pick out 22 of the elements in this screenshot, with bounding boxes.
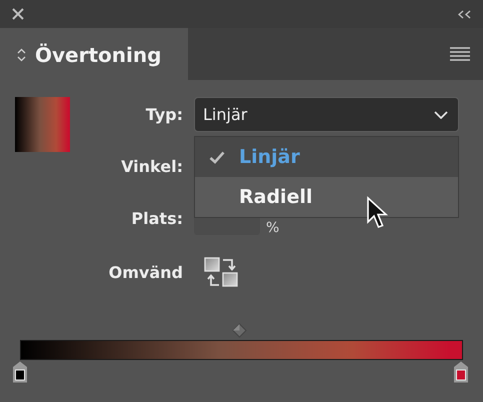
- percent-unit: %: [266, 220, 280, 236]
- location-label: Plats:: [130, 209, 183, 228]
- reverse-label: Omvänd: [108, 263, 183, 282]
- type-dropdown[interactable]: Linjär: [194, 97, 459, 132]
- gradient-swatch[interactable]: [15, 97, 70, 152]
- collapse-icon[interactable]: [458, 10, 471, 18]
- color-stop[interactable]: [12, 361, 28, 383]
- menu-item[interactable]: Radiell: [195, 177, 458, 217]
- checkmark-icon: [209, 150, 225, 164]
- color-stop[interactable]: [453, 361, 469, 383]
- updown-icon: [17, 48, 26, 62]
- angle-label: Vinkel:: [120, 157, 183, 176]
- tab-label: Övertoning: [35, 43, 162, 67]
- reverse-icon[interactable]: [204, 257, 238, 288]
- menu-icon[interactable]: [450, 47, 470, 61]
- panel-tab[interactable]: Övertoning: [0, 28, 188, 82]
- close-icon[interactable]: [12, 8, 24, 20]
- chevron-icon: [434, 110, 448, 118]
- type-label: Typ:: [144, 105, 183, 124]
- cursor-icon: [366, 196, 388, 230]
- midpoint-handle[interactable]: [232, 323, 247, 338]
- gradient-bar[interactable]: [20, 340, 463, 360]
